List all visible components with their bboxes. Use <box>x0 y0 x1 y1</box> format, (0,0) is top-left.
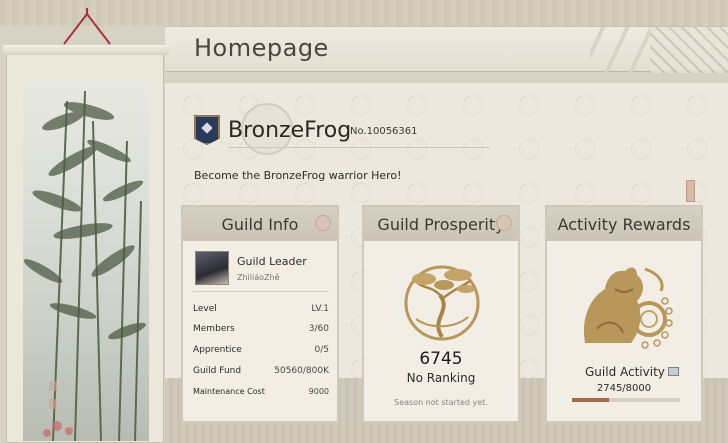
card-title: Activity Rewards <box>557 215 691 234</box>
divider <box>193 291 329 292</box>
header-ornament <box>650 27 728 73</box>
page-title: Homepage <box>194 34 329 62</box>
prosperity-value: 6745 <box>419 349 463 369</box>
leader-label: Guild Leader <box>237 255 307 268</box>
card-title: Guild Prosperity <box>377 215 505 234</box>
info-value: LV.1 <box>311 304 329 314</box>
hanging-scroll-painting <box>3 45 169 443</box>
guild-info-card[interactable]: Guild Info Guild Leader ZhìliáoZhě Level… <box>181 205 339 423</box>
guild-activity-value: 2745/8000 <box>596 383 652 394</box>
card-seal-icon <box>496 215 512 231</box>
golden-beast-icon <box>583 267 673 349</box>
scroll-hanger-icon <box>63 8 111 45</box>
activity-progress-fill <box>572 398 610 402</box>
info-key: Level <box>193 304 217 314</box>
info-key: Apprentice <box>193 345 242 355</box>
season-note: Season not started yet. <box>394 398 488 407</box>
leader-name: ZhìliáoZhě <box>237 273 280 282</box>
prosperity-tree-icon <box>404 265 480 341</box>
info-value: 50560/800K <box>274 366 329 376</box>
info-key: Members <box>193 324 235 334</box>
info-value: 3/60 <box>308 324 329 334</box>
info-key: Maintenance Cost <box>193 387 265 396</box>
guild-motto[interactable]: Become the BronzeFrog warrior Hero! <box>194 169 402 182</box>
bamboo-painting <box>23 81 149 441</box>
guild-number: No.10056361 <box>350 126 418 137</box>
prosperity-ranking: No Ranking <box>406 371 476 385</box>
card-title: Guild Info <box>221 215 299 234</box>
divider <box>228 147 490 148</box>
activity-rewards-card[interactable]: Activity Rewards Guild Activity 2745/800… <box>545 205 703 423</box>
card-seal-icon <box>315 215 331 231</box>
guild-activity-label: Guild Activity <box>585 365 665 379</box>
activity-progress-bar <box>572 398 680 402</box>
guild-name: BronzeFrog <box>228 118 352 143</box>
info-value: 9000 <box>308 387 329 396</box>
info-key: Guild Fund <box>193 366 242 376</box>
flag-icon[interactable] <box>668 367 679 376</box>
red-seal-stamp-icon <box>686 180 695 202</box>
guild-prosperity-card[interactable]: Guild Prosperity 6745 No Ranking Season … <box>362 205 520 423</box>
leader-avatar[interactable] <box>195 251 229 285</box>
info-value: 0/5 <box>314 345 329 355</box>
